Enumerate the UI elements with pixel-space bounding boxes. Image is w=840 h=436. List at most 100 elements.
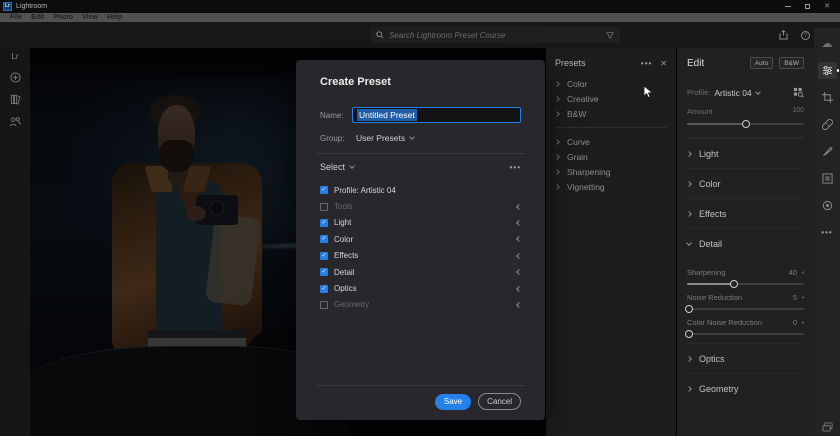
check-row-light[interactable]: ✓ Light [320,215,523,231]
checkbox[interactable]: ✓ [320,202,328,211]
presets-close-icon[interactable]: ✕ [660,59,667,68]
presets-more-icon[interactable]: ••• [641,59,652,68]
amount-value: 100 [792,107,804,114]
check-row-profile[interactable]: ✓ Profile: Artistic 04 [320,182,523,198]
add-photos-icon[interactable] [9,72,21,83]
section-effects[interactable]: Effects [686,198,804,228]
chevron-left-icon[interactable] [516,203,522,210]
edit-sliders-icon[interactable] [814,57,840,84]
group-row: Group: User Presets [320,131,521,145]
versions-icon[interactable] [814,422,840,432]
stepper-icon[interactable]: ◂ [801,269,804,276]
people-icon[interactable] [9,116,21,127]
more-icon[interactable]: ••• [814,219,840,246]
slider-label: Color Noise Reduction [687,318,763,327]
masking-icon[interactable] [814,165,840,192]
check-row-effects[interactable]: ✓ Effects [320,248,523,264]
slider-thumb[interactable] [685,305,694,313]
preset-group-label: Creative [567,93,599,104]
checkbox[interactable]: ✓ [320,251,328,260]
chevron-left-icon[interactable] [516,285,522,292]
menu-edit[interactable]: Edit [31,13,44,22]
section-light[interactable]: Light [686,138,804,168]
color-noise-reduction-slider[interactable] [685,330,804,338]
search-icon [376,31,384,39]
chevron-left-icon[interactable] [516,252,522,259]
home-lr-icon[interactable]: Lr [11,52,18,61]
checkbox[interactable]: ✓ [320,235,328,244]
sharpening-slider[interactable] [687,280,804,288]
close-icon[interactable]: ✕ [824,3,830,10]
brush-icon[interactable] [814,138,840,165]
help-icon[interactable]: ? [801,30,810,40]
preset-group-grain[interactable]: Grain [554,149,667,164]
checkbox[interactable]: ✓ [320,186,328,195]
edit-header: Edit Auto B&W [687,56,804,70]
albums-icon[interactable] [10,94,21,105]
stepper-icon[interactable]: ◂ [801,319,804,326]
check-row-color[interactable]: ✓ Color [320,231,523,247]
check-row-optics[interactable]: ✓ Optics [320,280,523,296]
noise-reduction-slider[interactable] [685,305,804,313]
filter-icon[interactable] [606,31,614,39]
crop-icon[interactable] [814,84,840,111]
cancel-button[interactable]: Cancel [478,393,521,410]
preset-group-curve[interactable]: Curve [554,134,667,149]
bw-button[interactable]: B&W [779,57,804,69]
check-label: Profile: Artistic 04 [334,185,396,195]
slider-thumb[interactable] [741,120,750,128]
stepper-icon[interactable]: ◂ [801,294,804,301]
slider-thumb[interactable] [685,330,694,338]
checkbox[interactable]: ✓ [320,218,328,227]
presets-panel: Presets ••• ✕ Color Creative B&W Curve G… [545,48,676,436]
dialog-more-icon[interactable]: ••• [510,163,521,172]
profile-label: Profile: [687,88,711,97]
check-row-detail[interactable]: ✓ Detail [320,264,523,280]
chevron-left-icon[interactable] [516,220,522,226]
profile-browser-icon[interactable] [793,87,804,98]
name-input[interactable]: Untitled Preset [352,107,521,123]
share-icon[interactable] [779,30,788,40]
cloud-sync-icon[interactable]: ☁ [814,30,840,57]
minimize-icon[interactable] [785,6,792,7]
slider-label: Noise Reduction [687,293,743,302]
chevron-right-icon [554,95,560,102]
profile-dropdown[interactable]: Artistic 04 [714,88,761,98]
preset-group-sharpening[interactable]: Sharpening [554,164,667,179]
chevron-right-icon [554,153,560,160]
menu-view[interactable]: View [82,13,98,22]
section-detail[interactable]: Detail [686,228,804,258]
search-input[interactable]: Search Lightroom Preset Course [370,27,620,43]
preset-group-vignetting[interactable]: Vignetting [554,179,667,194]
preset-group-bw[interactable]: B&W [554,106,667,121]
menu-help[interactable]: Help [107,13,122,22]
section-label: Geometry [699,383,739,394]
check-row-geometry[interactable]: ✓ Geometry [320,297,523,313]
checkbox[interactable]: ✓ [320,300,328,309]
checkbox[interactable]: ✓ [320,268,328,277]
select-dropdown[interactable]: Select [320,162,355,172]
section-color[interactable]: Color [686,168,804,198]
amount-slider[interactable] [687,120,804,128]
right-tool-rail: ☁ ••• [814,28,840,436]
chevron-left-icon[interactable] [516,236,522,243]
menu-file[interactable]: File [10,13,22,22]
red-eye-icon[interactable] [814,192,840,219]
title-bar: Lr Lightroom ✕ [0,0,840,13]
checkbox[interactable]: ✓ [320,284,328,293]
save-button[interactable]: Save [434,393,472,410]
chevron-right-icon [554,168,560,175]
section-optics[interactable]: Optics [686,343,804,373]
healing-icon[interactable] [814,111,840,138]
left-navigation-rail: Lr [0,48,30,436]
group-dropdown[interactable]: User Presets [356,133,415,143]
maximize-icon[interactable] [805,4,811,9]
amount-label: Amount [687,107,713,116]
auto-button[interactable]: Auto [749,57,774,69]
check-row-tools[interactable]: ✓ Tools [320,198,523,214]
chevron-left-icon[interactable] [516,302,522,308]
slider-thumb[interactable] [729,280,738,288]
menu-photo[interactable]: Photo [53,13,73,22]
chevron-left-icon[interactable] [516,269,522,275]
section-geometry[interactable]: Geometry [686,373,804,403]
